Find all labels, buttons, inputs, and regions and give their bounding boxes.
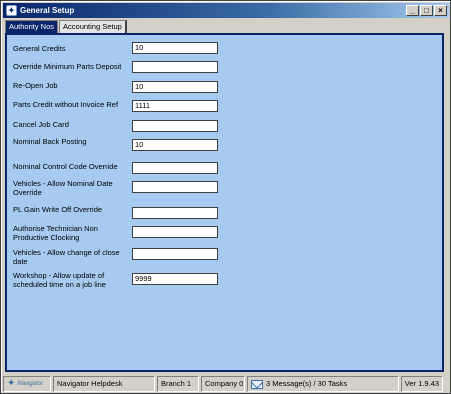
nominal-back-posting-label: Nominal Back Posting (13, 137, 87, 146)
pl-gain-write-off-override-label: PL Gain Write Off Override (13, 205, 103, 214)
window-title: General Setup (20, 6, 75, 15)
navigator-logo-text: Navigator (17, 381, 44, 387)
nominal-control-code-override-input[interactable] (132, 162, 218, 174)
tab-accounting-setup[interactable]: Accounting Setup (59, 20, 127, 33)
nominal-control-code-override-label: Nominal Control Code Override (13, 162, 118, 171)
minimize-button[interactable]: _ (406, 5, 419, 16)
navigator-logo: ✦ Navigator (3, 376, 51, 392)
title-bar[interactable]: ✦ General Setup _ □ × (3, 3, 449, 18)
messages-text: 3 Message(s) / 30 Tasks (266, 379, 348, 388)
close-button[interactable]: × (434, 5, 447, 16)
vehicles-nominal-date-override-label: Vehicles - Allow Nominal Date Override (13, 179, 113, 197)
navigator-logo-icon: ✦ (7, 378, 16, 389)
tab-strip: Authority Nos Accounting Setup (5, 20, 128, 33)
maximize-button[interactable]: □ (420, 5, 433, 16)
nominal-back-posting-input[interactable]: 10 (132, 139, 218, 151)
override-min-parts-deposit-input[interactable] (132, 61, 218, 73)
vehicles-nominal-date-override-input[interactable] (132, 181, 218, 193)
company-panel: Company 01 (201, 376, 245, 392)
branch-panel: Branch 1 (157, 376, 199, 392)
authorise-technician-label: Authorise Technician Non Productive Cloc… (13, 224, 98, 242)
helpdesk-panel[interactable]: Navigator Helpdesk (53, 376, 155, 392)
cancel-job-card-label: Cancel Job Card (13, 120, 69, 129)
workshop-scheduled-time-input[interactable]: 9999 (132, 273, 218, 285)
general-credits-input[interactable]: 10 (132, 42, 218, 54)
re-open-job-label: Re-Open Job (13, 81, 58, 90)
messages-panel[interactable]: 3 Message(s) / 30 Tasks (247, 376, 399, 392)
app-icon[interactable]: ✦ (6, 5, 17, 16)
re-open-job-input[interactable]: 10 (132, 81, 218, 93)
tab-authority-nos[interactable]: Authority Nos (5, 20, 59, 33)
cancel-job-card-input[interactable] (132, 120, 218, 132)
pl-gain-write-off-override-input[interactable] (132, 207, 218, 219)
parts-credit-input[interactable]: 1111 (132, 100, 218, 112)
vehicles-change-close-date-label: Vehicles - Allow change of close date (13, 248, 120, 266)
general-credits-label: General Credits (13, 44, 66, 53)
authorise-technician-input[interactable] (132, 226, 218, 238)
vehicles-change-close-date-input[interactable] (132, 248, 218, 260)
version-panel: Ver 1.9.43 (401, 376, 443, 392)
authority-nos-panel: General Credits 10 Override Minimum Part… (5, 33, 444, 372)
general-setup-window: ✦ General Setup _ □ × Authority Nos Acco… (0, 0, 451, 394)
workshop-scheduled-time-label: Workshop - Allow update of scheduled tim… (13, 271, 106, 289)
status-bar: ✦ Navigator Navigator Helpdesk Branch 1 … (3, 376, 449, 392)
override-min-parts-deposit-label: Override Minimum Parts Deposit (13, 62, 122, 71)
mail-icon (251, 379, 263, 389)
parts-credit-label: Parts Credit without Invoice Ref (13, 100, 119, 109)
